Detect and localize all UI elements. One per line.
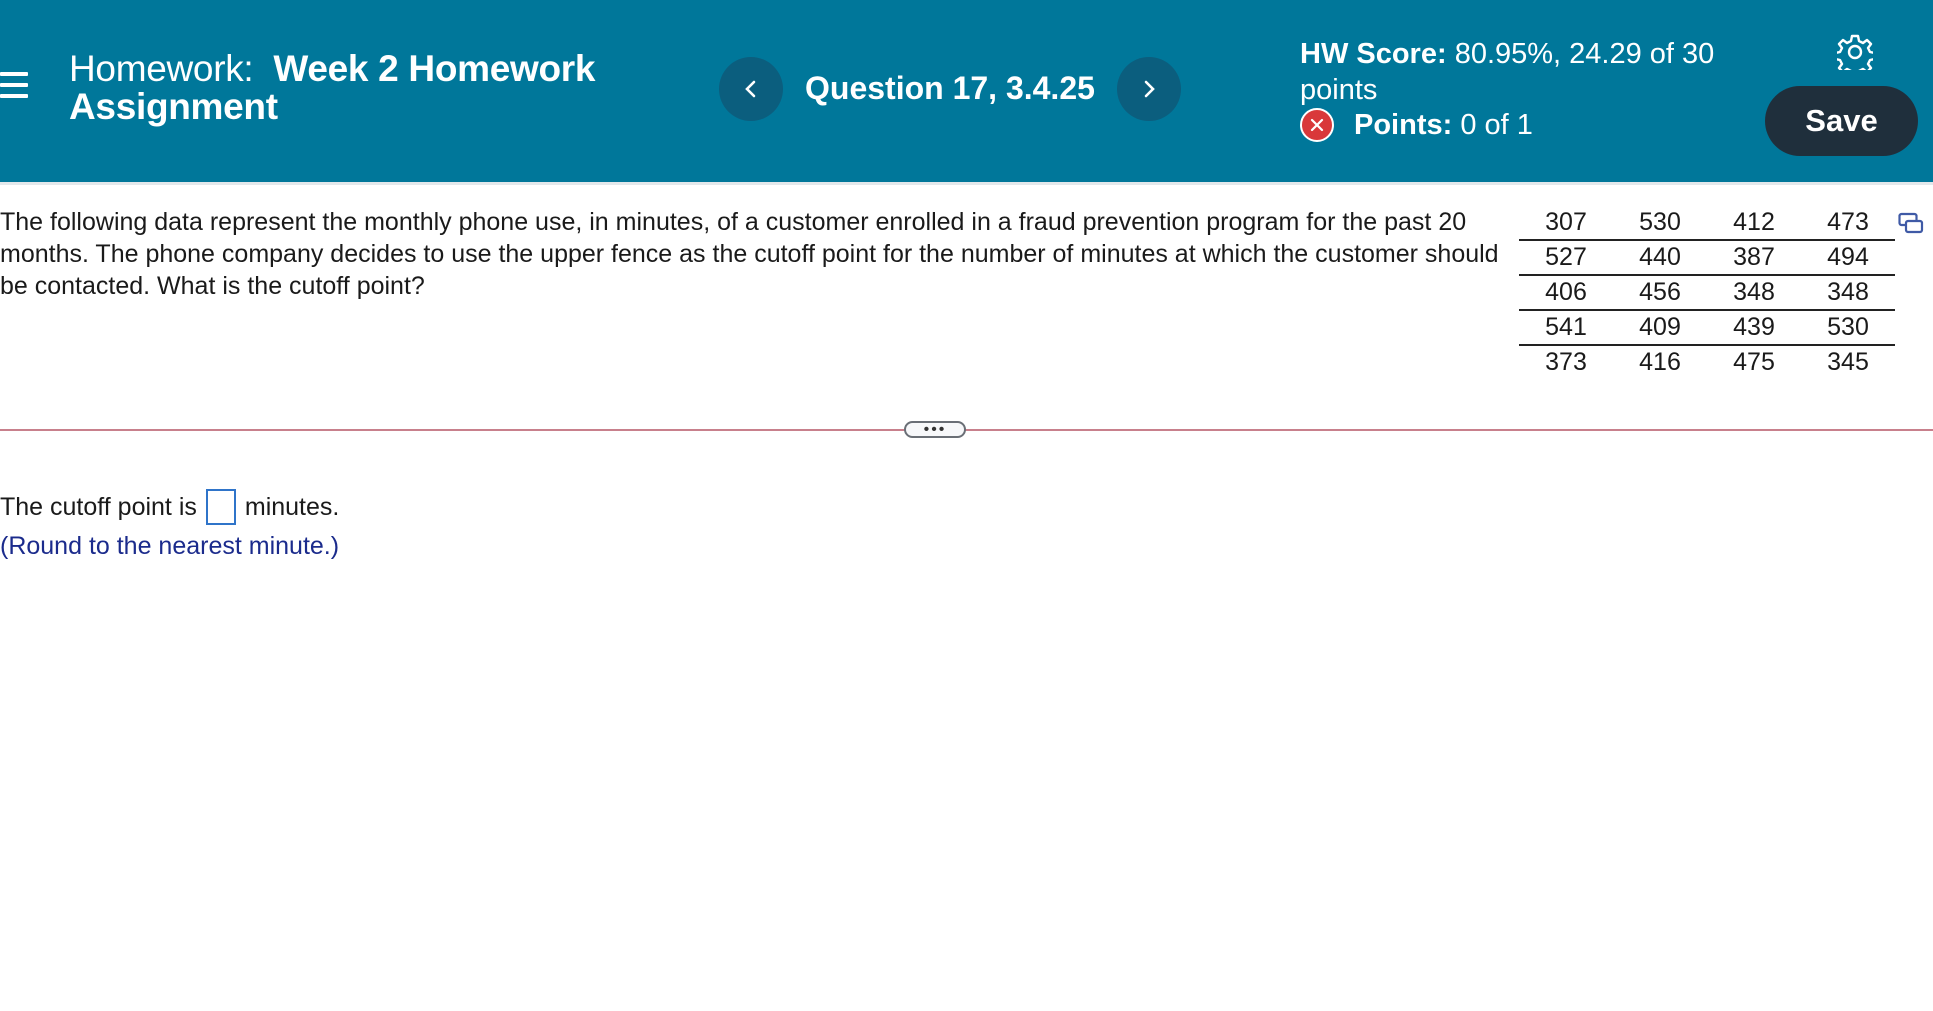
table-cell: 456 bbox=[1613, 275, 1707, 311]
homework-title-prefix: Homework: bbox=[69, 48, 254, 89]
chevron-left-icon bbox=[745, 80, 756, 98]
save-button[interactable]: Save bbox=[1765, 86, 1918, 156]
homework-title-name-line2: Assignment bbox=[69, 86, 278, 127]
table-cell: 348 bbox=[1801, 275, 1895, 311]
copy-data-icon[interactable] bbox=[1898, 212, 1924, 236]
table-cell: 409 bbox=[1613, 310, 1707, 346]
homework-title: Homework: Week 2 Homework Assignment bbox=[69, 50, 595, 126]
cutoff-answer-input[interactable] bbox=[205, 489, 236, 525]
hamburger-menu-icon[interactable] bbox=[0, 72, 28, 102]
points-label: Points: bbox=[1354, 108, 1453, 141]
table-cell: 475 bbox=[1733, 348, 1775, 376]
x-circle-icon bbox=[1300, 108, 1334, 142]
rounding-hint: (Round to the nearest minute.) bbox=[0, 532, 340, 560]
answer-row: The cutoff point is minutes. bbox=[0, 489, 339, 525]
hw-score-value-line2: points bbox=[1300, 74, 1378, 106]
table-cell: 494 bbox=[1801, 240, 1895, 276]
table-cell: 473 bbox=[1801, 206, 1895, 241]
answer-prefix: The cutoff point is bbox=[0, 492, 197, 521]
homework-title-name: Week 2 Homework bbox=[273, 48, 596, 89]
section-divider bbox=[0, 429, 1933, 431]
table-row: 406 456 348 348 bbox=[1519, 275, 1895, 311]
hw-score-label: HW Score: bbox=[1300, 38, 1447, 70]
hw-score: HW Score: 80.95%, 24.29 of 30 points bbox=[1300, 36, 1714, 108]
table-cell: 412 bbox=[1707, 206, 1801, 241]
table-row: 527 440 387 494 bbox=[1519, 240, 1895, 276]
chevron-right-icon bbox=[1144, 80, 1155, 98]
table-cell: 541 bbox=[1519, 310, 1613, 346]
table-cell: 348 bbox=[1707, 275, 1801, 311]
answer-suffix: minutes. bbox=[244, 492, 340, 521]
table-cell: 530 bbox=[1613, 206, 1707, 241]
table-cell: 527 bbox=[1519, 240, 1613, 276]
table-cell: 416 bbox=[1639, 348, 1681, 376]
question-label: Question 17, 3.4.25 bbox=[805, 70, 1095, 106]
question-text: The following data represent the monthly… bbox=[0, 208, 1499, 300]
table-row: 541 409 439 530 bbox=[1519, 310, 1895, 346]
table-cell: 406 bbox=[1519, 275, 1613, 311]
next-question-button[interactable] bbox=[1117, 57, 1181, 121]
hw-score-value: 80.95%, 24.29 of 30 bbox=[1454, 38, 1715, 70]
top-header-bar: Homework: Week 2 Homework Assignment Que… bbox=[0, 0, 1933, 182]
points-value: 0 of 1 bbox=[1460, 108, 1533, 141]
table-row: 307 530 412 473 bbox=[1519, 206, 1895, 241]
table-cell: 440 bbox=[1613, 240, 1707, 276]
data-table: 307 530 412 473 527 440 387 494 406 456 348 348 541 4… bbox=[1519, 206, 1895, 379]
previous-question-button[interactable] bbox=[719, 57, 783, 121]
table-cell: 373 bbox=[1545, 348, 1587, 376]
table-cell: 387 bbox=[1707, 240, 1801, 276]
header-divider bbox=[0, 182, 1933, 185]
points-status: Points: 0 of 1 bbox=[1300, 108, 1533, 142]
table-cell: 530 bbox=[1801, 310, 1895, 346]
table-cell: 345 bbox=[1827, 348, 1869, 376]
table-cell: 439 bbox=[1707, 310, 1801, 346]
expand-more-button[interactable]: ••• bbox=[904, 421, 966, 438]
table-cell: 307 bbox=[1519, 206, 1613, 241]
gear-icon[interactable] bbox=[1837, 34, 1873, 70]
table-row: 373 416 475 345 bbox=[1519, 345, 1895, 379]
